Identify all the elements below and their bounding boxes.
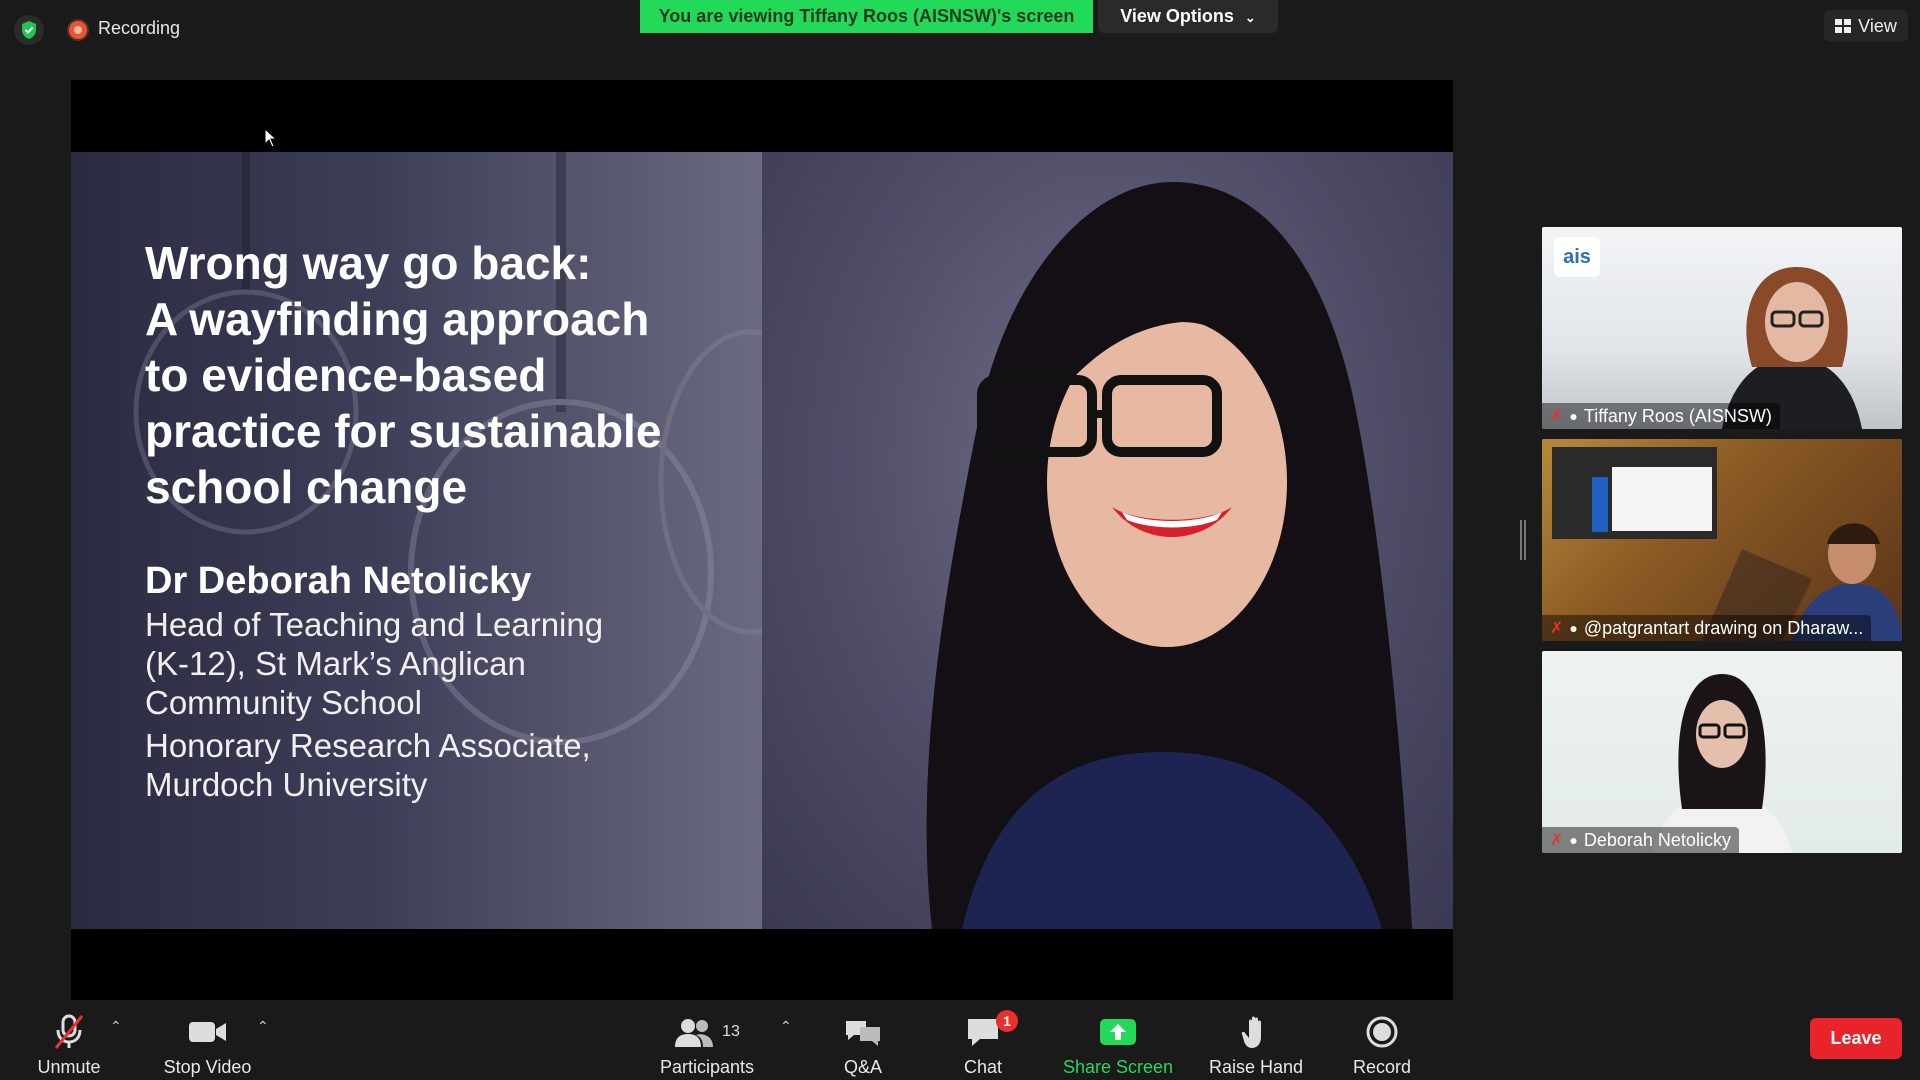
security-shield-icon[interactable] (14, 15, 44, 45)
participants-icon (675, 1019, 714, 1047)
record-button[interactable]: Record (1340, 1003, 1424, 1080)
raise-hand-icon (1241, 1016, 1261, 1048)
participant-name: Deborah Netolicky (1583, 829, 1731, 850)
participant-name: Tiffany Roos (AISNSW) (1583, 405, 1772, 426)
unmute-label: Unmute (37, 1057, 101, 1077)
grid-icon (1835, 19, 1852, 33)
record-label: Record (1352, 1057, 1412, 1077)
qa-label: Q&A (843, 1057, 882, 1077)
chat-icon (968, 1019, 998, 1046)
video-options-caret-icon[interactable]: ⌃ (257, 1018, 269, 1035)
video-tile[interactable]: ✗ ● Deborah Netolicky (1542, 651, 1902, 853)
pin-icon: ● (1569, 408, 1578, 424)
view-label: View (1858, 16, 1897, 36)
participant-video-image (1652, 674, 1792, 853)
share-screen-button[interactable]: Share Screen (1058, 1003, 1178, 1080)
participant-name: @patgrantart drawing on Dharaw... (1583, 617, 1864, 638)
slide-text-panel: Wrong way go back: A wayfinding approach… (71, 152, 762, 929)
ais-logo: ais (1554, 237, 1600, 277)
participants-button[interactable]: 13 Participants (652, 1003, 762, 1080)
participants-options-caret-icon[interactable]: ⌃ (780, 1018, 792, 1035)
view-options-label: View Options (1120, 6, 1234, 26)
video-camera-icon (188, 1022, 226, 1042)
mouse-pointer-icon (264, 128, 278, 148)
screen-in-background (1552, 447, 1717, 539)
record-icon (1366, 1016, 1398, 1048)
chat-unread-badge: 1 (996, 1010, 1018, 1032)
participant-name-tag: ✗ ● Tiffany Roos (AISNSW) (1542, 403, 1780, 429)
viewing-screen-banner: You are viewing Tiffany Roos (AISNSW)'s … (640, 0, 1093, 33)
microphone-muted-icon: ✗ (1550, 408, 1564, 425)
view-options-button[interactable]: View Options ⌄ (1098, 0, 1278, 33)
meeting-toolbar: Unmute ⌃ Stop Video ⌃ 13 Participants ⌃ (0, 1003, 1920, 1080)
microphone-muted-icon: ✗ (1550, 832, 1564, 849)
microphone-muted-icon (54, 1014, 84, 1049)
recording-icon (69, 21, 87, 39)
raise-hand-label: Raise Hand (1208, 1057, 1304, 1077)
participant-name-tag: ✗ ● @patgrantart drawing on Dharaw... (1542, 615, 1872, 641)
raise-hand-button[interactable]: Raise Hand (1206, 1003, 1306, 1080)
video-tile[interactable]: ✗ ● @patgrantart drawing on Dharaw... (1542, 439, 1902, 641)
qa-icon (846, 1021, 880, 1046)
stop-video-button[interactable]: Stop Video (155, 1003, 260, 1080)
chat-label: Chat (963, 1057, 1003, 1077)
presenter-portrait-image (926, 182, 1412, 929)
participants-count: 13 (722, 1023, 740, 1040)
gallery-resize-handle[interactable] (1520, 520, 1526, 560)
audio-options-caret-icon[interactable]: ⌃ (110, 1018, 122, 1035)
pin-icon: ● (1569, 620, 1578, 636)
recording-label: Recording (98, 18, 181, 38)
presenter-affiliation: Honorary Research Associate, Murdoch Uni… (145, 727, 591, 803)
leave-button[interactable]: Leave (1810, 1018, 1902, 1059)
video-tile[interactable]: ais ✗ ● Tiffany Roos (AISNSW) (1542, 227, 1902, 429)
view-button[interactable]: View (1824, 10, 1908, 42)
chat-button[interactable]: 1 Chat (950, 1003, 1018, 1080)
presenter-photo (762, 152, 1453, 929)
unmute-button[interactable]: Unmute (24, 1003, 114, 1080)
participants-label: Participants (659, 1057, 755, 1077)
presentation-slide: Wrong way go back: A wayfinding approach… (71, 152, 1453, 929)
chevron-down-icon: ⌄ (1244, 10, 1256, 25)
participant-name-tag: ✗ ● Deborah Netolicky (1542, 827, 1739, 853)
microphone-muted-icon: ✗ (1550, 620, 1564, 637)
stop-video-label: Stop Video (163, 1057, 252, 1077)
qa-button[interactable]: Q&A (830, 1003, 896, 1080)
share-screen-icon (1100, 1019, 1136, 1045)
slide-title: Wrong way go back: A wayfinding approach… (145, 237, 662, 513)
pin-icon: ● (1569, 832, 1578, 848)
presenter-name: Dr Deborah Netolicky (145, 560, 532, 602)
presenter-role: Head of Teaching and Learning (K-12), St… (145, 606, 604, 721)
share-screen-label: Share Screen (1062, 1057, 1174, 1077)
